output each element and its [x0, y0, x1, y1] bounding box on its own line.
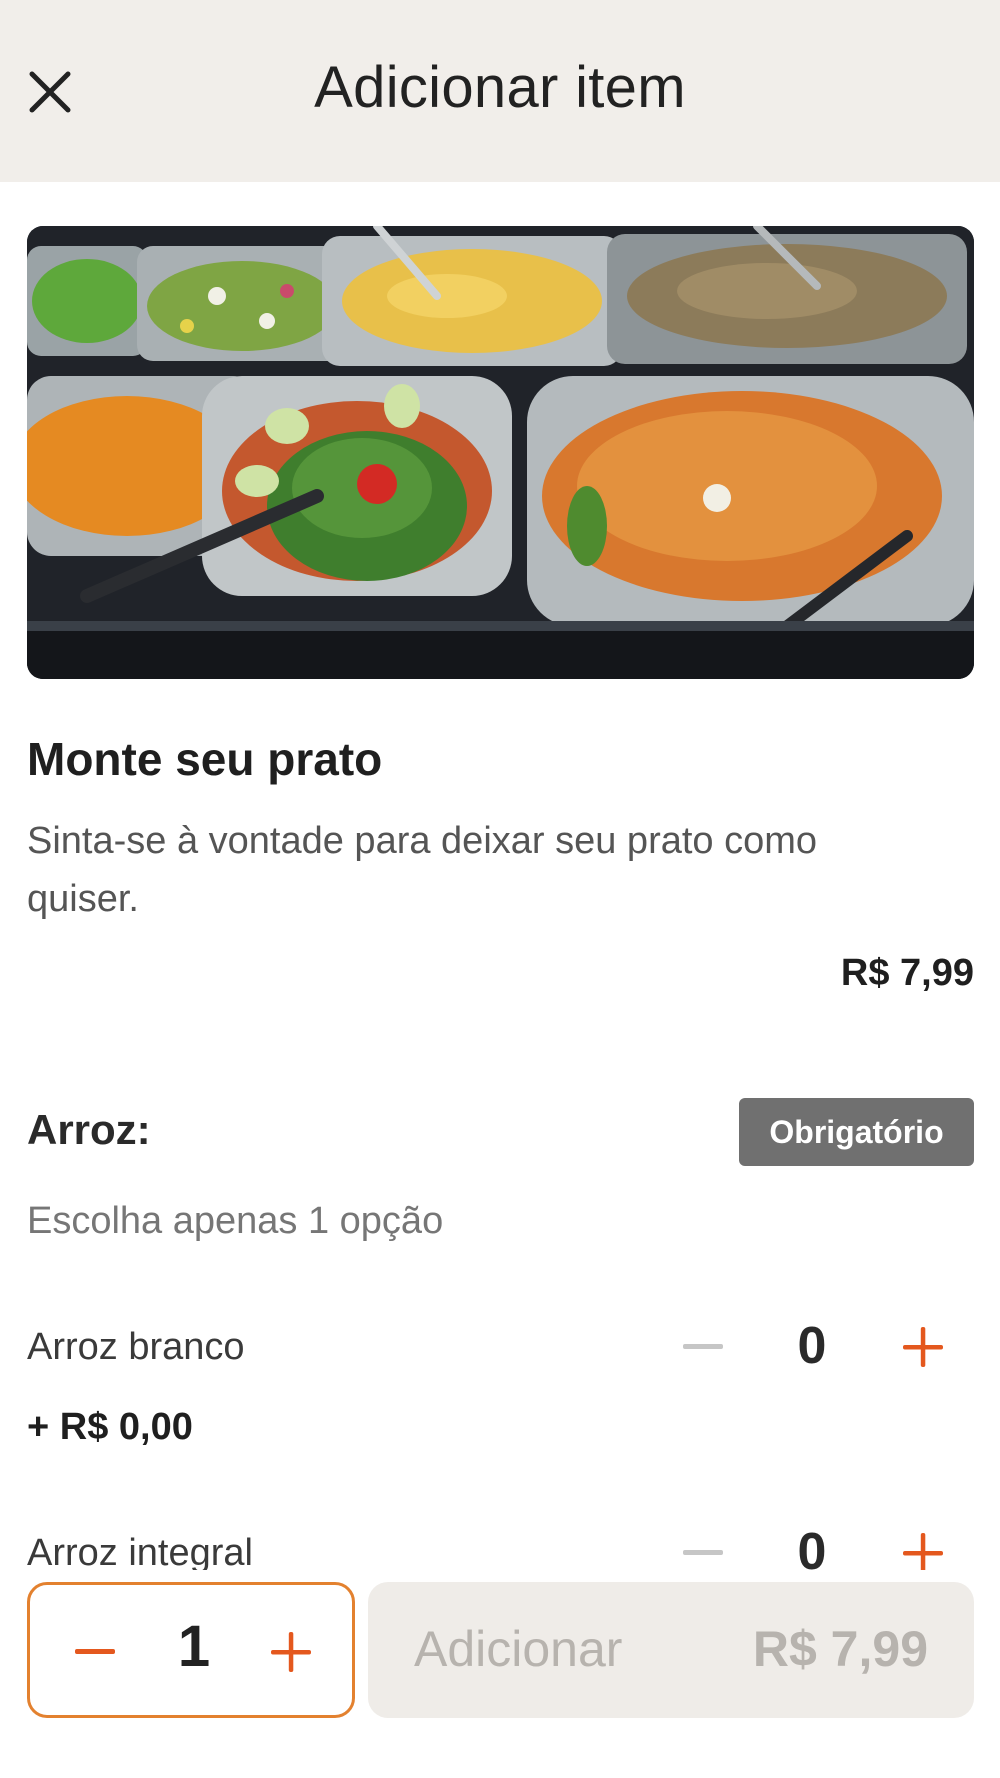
option-count-arroz-branco: 0 — [797, 1317, 827, 1375]
plus-icon — [903, 1533, 943, 1573]
product-title: Monte seu prato — [27, 733, 383, 785]
add-button-label: Adicionar — [414, 1621, 623, 1677]
minus-icon — [683, 1344, 723, 1349]
product-description: Sinta-se à vontade para deixar seu prato… — [27, 820, 818, 920]
product-price: R$ 7,99 — [840, 952, 974, 994]
option-name-arroz-branco: Arroz branco — [27, 1326, 245, 1368]
increment-button-arroz-branco[interactable] — [888, 1312, 958, 1382]
quantity-value: 1 — [177, 1614, 211, 1679]
add-to-cart-button[interactable]: Adicionar R$ 7,99 — [368, 1582, 974, 1718]
minus-icon — [75, 1649, 115, 1654]
header-bar: Adicionar item — [0, 0, 1000, 182]
quantity-increment-button[interactable] — [256, 1617, 326, 1687]
option-name-arroz-integral: Arroz integral — [27, 1532, 253, 1574]
section-title: Arroz: — [27, 1106, 151, 1153]
add-button-price: R$ 7,99 — [752, 1621, 928, 1677]
product-image — [27, 226, 974, 679]
food-buffet-photo — [27, 226, 974, 679]
decrement-button-arroz-branco[interactable] — [668, 1312, 738, 1382]
page-title: Adicionar item — [314, 55, 686, 120]
plus-icon — [271, 1632, 311, 1672]
quantity-decrement-button[interactable] — [60, 1617, 130, 1687]
minus-icon — [683, 1550, 723, 1555]
plus-icon — [903, 1327, 943, 1367]
required-badge: Obrigatório — [739, 1098, 974, 1166]
option-price-arroz-branco: + R$ 0,00 — [27, 1406, 193, 1448]
quantity-stepper: 1 — [27, 1582, 355, 1718]
section-subtitle: Escolha apenas 1 opção — [27, 1200, 444, 1242]
